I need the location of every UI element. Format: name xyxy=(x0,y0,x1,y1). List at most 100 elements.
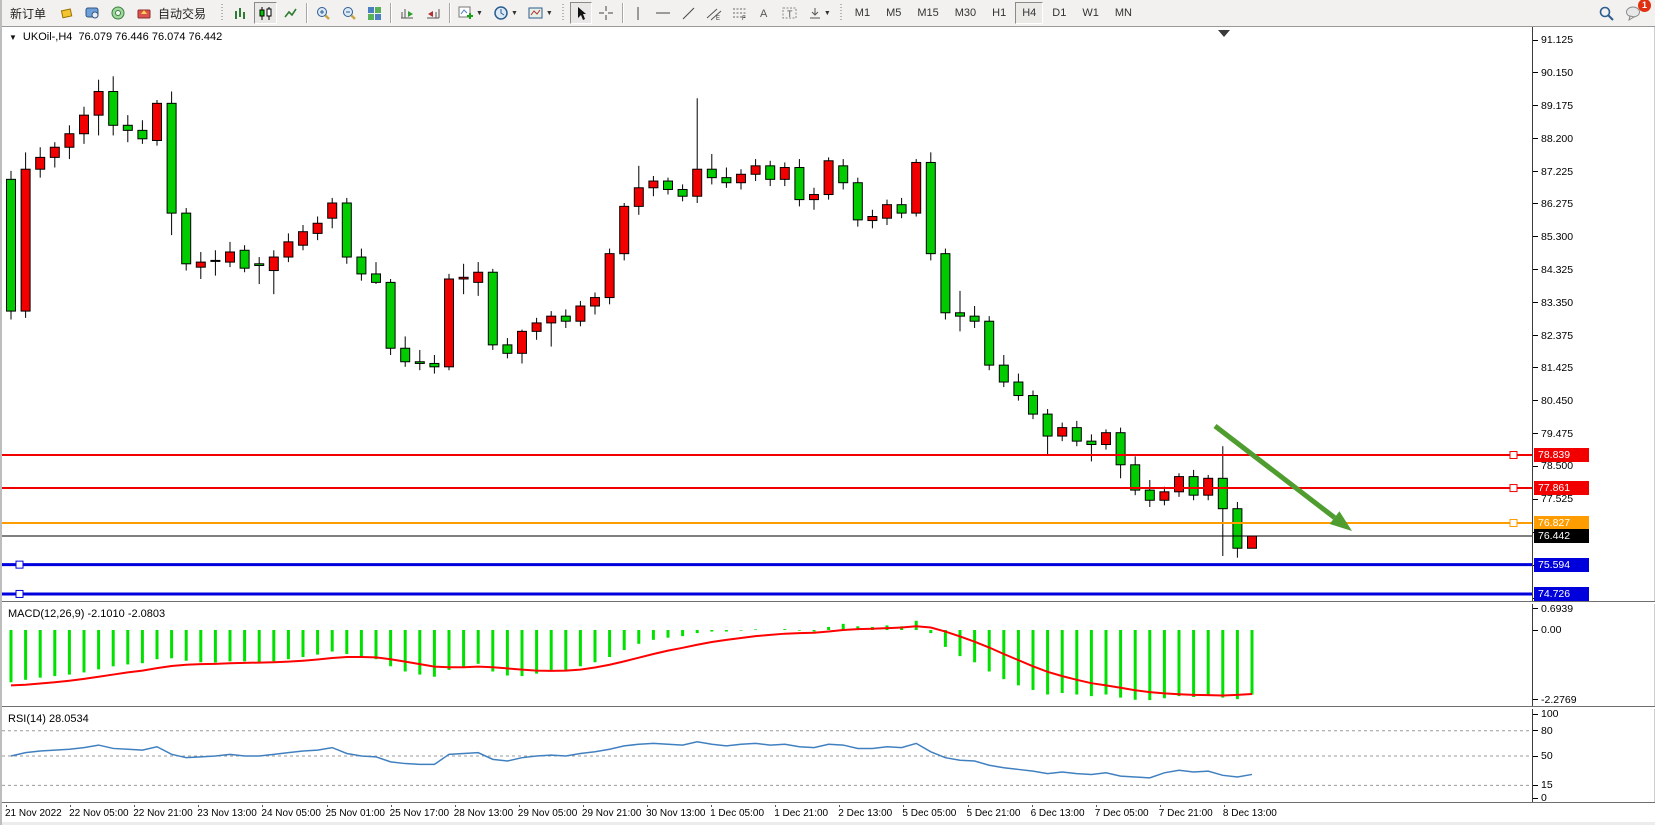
time-axis-label: 21 Nov 2022 xyxy=(5,808,62,819)
chart-window-button[interactable] xyxy=(55,2,78,24)
fibonacci-tool-button[interactable]: F xyxy=(728,2,752,24)
zoom-in-button[interactable] xyxy=(311,2,335,24)
toolbar-grip[interactable] xyxy=(839,4,844,22)
candle-body xyxy=(430,363,439,366)
price-tick-mark xyxy=(1533,269,1538,270)
time-axis-label: 5 Dec 21:00 xyxy=(967,808,1021,819)
templates-icon xyxy=(528,5,544,21)
toolbar-right: 1 xyxy=(1593,2,1655,24)
candle-body xyxy=(1204,478,1213,495)
timeframe-button-M1[interactable]: M1 xyxy=(848,2,877,24)
periods-button[interactable]: ▼ xyxy=(489,2,522,24)
candle-body xyxy=(737,174,746,182)
text-tool-button[interactable]: A xyxy=(754,2,776,24)
indicators-button[interactable]: ▼ xyxy=(454,2,487,24)
tile-windows-button[interactable] xyxy=(363,2,386,24)
candle-body xyxy=(357,257,366,274)
timeframe-button-M30[interactable]: M30 xyxy=(948,2,983,24)
vertical-line-tool-button[interactable] xyxy=(627,2,649,24)
price-tick-label: 90.150 xyxy=(1541,67,1573,79)
line-chart-button[interactable] xyxy=(279,2,302,24)
notification-count-badge: 1 xyxy=(1638,0,1651,12)
rsi-tick-mark xyxy=(1533,714,1538,715)
macd-tick-mark xyxy=(1533,608,1538,609)
svg-text:F: F xyxy=(742,16,746,21)
timeframe-button-M15[interactable]: M15 xyxy=(910,2,945,24)
price-tick-label: 85.300 xyxy=(1541,231,1573,243)
candle-body xyxy=(853,183,862,220)
price-tick-label: 91.125 xyxy=(1541,34,1573,46)
candle-body xyxy=(547,316,556,323)
macd-tick-label: 0.6939 xyxy=(1541,603,1573,615)
channel-tool-button[interactable]: E xyxy=(702,2,726,24)
signal-icon xyxy=(110,5,126,21)
rsi-tick-mark xyxy=(1533,730,1538,731)
zoom-out-button[interactable] xyxy=(337,2,361,24)
horizontal-lines[interactable] xyxy=(2,452,1532,598)
timeframe-button-W1[interactable]: W1 xyxy=(1075,2,1106,24)
panel-separator-main-macd[interactable] xyxy=(2,601,1655,604)
toolbar-grip[interactable] xyxy=(220,4,225,22)
toolbar-grip[interactable] xyxy=(561,4,566,22)
price-badge-74.726: 74.726 xyxy=(1534,587,1589,601)
candle-body xyxy=(1029,396,1038,415)
candlestick-chart-button[interactable] xyxy=(254,2,277,24)
time-axis-label: 22 Nov 21:00 xyxy=(133,808,193,819)
horizontal-line-tool-button[interactable] xyxy=(651,2,675,24)
text-label-tool-button[interactable]: T xyxy=(778,2,802,24)
price-axis-border xyxy=(1532,27,1533,803)
bar-chart-button[interactable] xyxy=(229,2,252,24)
candle-body xyxy=(474,272,483,282)
chart-shift-marker[interactable] xyxy=(1218,30,1230,37)
price-badge-76.442: 76.442 xyxy=(1534,529,1589,543)
timeframe-button-H1[interactable]: H1 xyxy=(985,2,1013,24)
candle-body xyxy=(970,316,979,321)
candle-body xyxy=(255,264,264,266)
candle-body xyxy=(810,195,819,200)
trend-arrow[interactable] xyxy=(1215,426,1352,531)
candle-body xyxy=(591,298,600,306)
crosshair-button[interactable] xyxy=(594,2,618,24)
new-order-button[interactable]: 新订单 xyxy=(3,2,53,24)
dropdown-arrow-icon: ▼ xyxy=(511,10,518,17)
timeframe-button-D1[interactable]: D1 xyxy=(1045,2,1073,24)
svg-text:A: A xyxy=(760,8,768,20)
candle-body xyxy=(605,254,614,298)
candle-body xyxy=(1058,428,1067,436)
timeframe-button-H4[interactable]: H4 xyxy=(1015,2,1043,24)
price-tick-label: 87.225 xyxy=(1541,166,1573,178)
auto-scroll-button[interactable] xyxy=(395,2,419,24)
collapse-triangle-icon[interactable]: ▼ xyxy=(9,33,17,42)
auto-trading-button[interactable]: 自动交易 xyxy=(132,2,216,24)
clock-icon xyxy=(493,5,509,21)
candle-body xyxy=(532,323,541,331)
candle-body xyxy=(999,365,1008,382)
panel-separator-macd-rsi[interactable] xyxy=(2,706,1655,709)
search-button[interactable] xyxy=(1594,2,1619,24)
timeframe-button-M5[interactable]: M5 xyxy=(879,2,908,24)
candle-body xyxy=(693,169,702,196)
timeframe-button-MN[interactable]: MN xyxy=(1108,2,1139,24)
price-tick-mark xyxy=(1533,236,1538,237)
macd-signal-line xyxy=(11,626,1252,695)
time-axis-label: 23 Nov 13:00 xyxy=(197,808,257,819)
dropdown-arrow-icon: ▼ xyxy=(546,10,553,17)
templates-button[interactable]: ▼ xyxy=(524,2,557,24)
price-tick-label: 77.525 xyxy=(1541,493,1573,505)
candle-body xyxy=(386,282,395,348)
candle-body xyxy=(1160,492,1169,500)
symbol-quote-line[interactable]: ▼ UKOil-,H4 76.079 76.446 76.074 76.442 xyxy=(9,31,222,43)
trendline-tool-button[interactable] xyxy=(677,2,700,24)
notifications-button[interactable]: 1 xyxy=(1621,2,1646,24)
crosshair-icon xyxy=(598,5,614,21)
candle-body xyxy=(1014,382,1023,396)
chart-area[interactable]: ▼ UKOil-,H4 76.079 76.446 76.074 76.442 … xyxy=(2,27,1655,825)
arrows-tool-button[interactable]: ▼ xyxy=(804,2,835,24)
market-watch-button[interactable] xyxy=(80,2,104,24)
signals-button[interactable] xyxy=(106,2,130,24)
macd-indicator-label: MACD(12,26,9) -2.1010 -2.0803 xyxy=(8,608,165,620)
candle-body xyxy=(766,166,775,180)
candle-body xyxy=(21,169,30,311)
chart-shift-button[interactable] xyxy=(421,2,445,24)
cursor-button[interactable] xyxy=(570,2,592,24)
